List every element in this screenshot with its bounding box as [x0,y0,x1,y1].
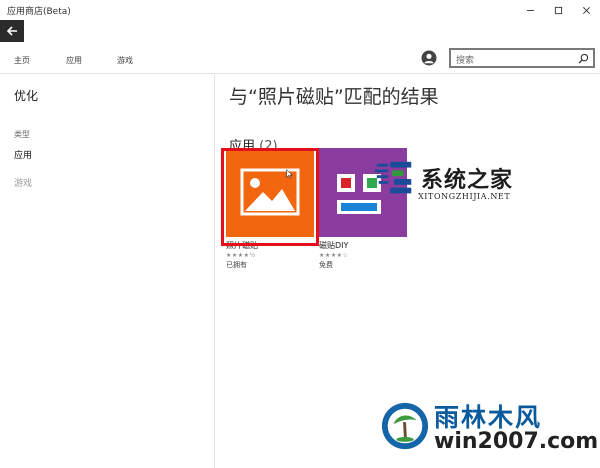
minimize-icon [526,9,534,11]
app-rating: ★★★★☆ [319,252,349,259]
sidebar-heading: 优化 [14,89,39,103]
xitongzhijia-logo-icon [374,161,412,194]
watermark-yulinmufeng: 雨林木风 win2007.com [380,396,598,462]
search-icon[interactable] [578,53,589,64]
search-placeholder: 搜索 [456,56,475,66]
watermark-url: win2007.com [434,429,599,454]
sidebar-category-label: 类型 [14,130,30,139]
title-bar: 应用商店(Beta) [0,0,600,20]
sidebar: 优化 类型 应用 游戏 [0,75,215,468]
maximize-button[interactable] [544,0,572,20]
yulinmufeng-logo-icon [381,402,429,450]
page-title: 与“照片磁贴”匹配的结果 [229,86,439,108]
watermark-brand: 系统之家 [421,167,514,193]
tab-apps[interactable]: 应用 [66,55,82,66]
close-icon [582,6,590,14]
sidebar-item-apps[interactable]: 应用 [14,148,32,161]
back-button[interactable] [0,20,24,42]
sidebar-item-games[interactable]: 游戏 [14,176,32,189]
tab-games[interactable]: 游戏 [117,55,133,66]
tab-home[interactable]: 主页 [14,55,30,66]
search-box[interactable]: 搜索 [449,48,595,68]
watermark-url: XITONGZHIJIA.NET [418,192,511,201]
watermark-xitongzhijia: 系统之家 XITONGZHIJIA.NET [373,156,595,206]
maximize-icon [554,6,562,14]
selection-highlight [221,148,319,246]
close-button[interactable] [572,0,600,20]
app-name: 磁贴DIY [319,241,349,250]
back-arrow-icon [6,26,17,36]
minimize-button[interactable] [516,0,544,20]
app-status: 已拥有 [226,261,247,269]
user-avatar-icon[interactable] [421,50,437,66]
app-status: 免费 [319,261,333,269]
window-title: 应用商店(Beta) [7,7,71,17]
app-rating: ★★★★½ [226,252,256,259]
